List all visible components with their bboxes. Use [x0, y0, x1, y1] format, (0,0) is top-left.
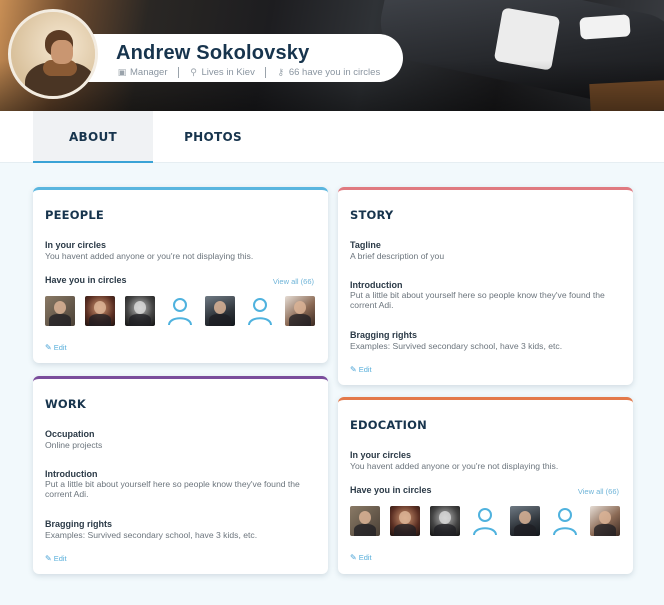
people-edit-label: Edit: [53, 343, 67, 352]
story-intro-value: Put a little bit about yourself here so …: [350, 290, 605, 310]
story-tagline-value: A brief description of you: [350, 251, 445, 261]
tab-photos[interactable]: PHOTOS: [153, 111, 273, 163]
profile-role: Manager: [130, 66, 168, 78]
people-avatar-row: [45, 296, 325, 326]
circle-avatar[interactable]: [285, 296, 315, 326]
user-placeholder-icon[interactable]: [550, 506, 580, 536]
profile-tabs: ABOUT PHOTOS: [0, 111, 664, 163]
people-card: PEEOPLE In your circles You havent added…: [33, 187, 328, 363]
work-card: WORK Occupation Online projects Introduc…: [33, 376, 328, 574]
circle-avatar[interactable]: [85, 296, 115, 326]
work-bragging-value: Examples: Survived secondary school, hav…: [45, 530, 258, 540]
education-in-circles-value: You havent added anyone or you're not di…: [350, 461, 559, 471]
education-edit-link[interactable]: ✎ Edit: [350, 553, 372, 562]
circle-avatar[interactable]: [510, 506, 540, 536]
education-title: EDOCATION: [350, 418, 427, 432]
circle-avatar[interactable]: [590, 506, 620, 536]
key-icon: ⚷: [277, 67, 285, 77]
circle-avatar[interactable]: [390, 506, 420, 536]
pencil-icon: ✎: [45, 343, 52, 352]
circle-avatar[interactable]: [45, 296, 75, 326]
story-card: STORY Tagline A brief description of you…: [338, 187, 633, 385]
circle-avatar[interactable]: [430, 506, 460, 536]
work-bragging-label: Bragging rights: [45, 519, 112, 529]
education-edit-label: Edit: [358, 553, 372, 562]
story-intro-label: Introduction: [350, 280, 403, 290]
education-avatar-row: [350, 506, 630, 536]
people-have-you-label: Have you in circles: [45, 275, 127, 285]
user-placeholder-icon[interactable]: [470, 506, 500, 536]
people-title: PEEOPLE: [45, 208, 104, 222]
profile-name: Andrew Sokolovsky: [116, 42, 310, 64]
circle-avatar[interactable]: [125, 296, 155, 326]
story-tagline-label: Tagline: [350, 240, 381, 250]
location-pin-icon: ⚲: [190, 67, 197, 77]
story-bragging-value: Examples: Survived secondary school, hav…: [350, 341, 563, 351]
pencil-icon: ✎: [350, 553, 357, 562]
circle-avatar[interactable]: [205, 296, 235, 326]
profile-avatar[interactable]: [8, 9, 98, 99]
pencil-icon: ✎: [45, 554, 52, 563]
user-placeholder-icon[interactable]: [165, 296, 195, 326]
profile-circles-count[interactable]: 66 have you in circles: [289, 67, 380, 78]
people-view-all-link[interactable]: View all (66): [273, 277, 314, 286]
briefcase-icon: ▣: [117, 67, 127, 77]
people-in-circles-label: In your circles: [45, 240, 107, 250]
pencil-icon: ✎: [350, 365, 357, 374]
story-title: STORY: [350, 208, 394, 222]
education-card: EDOCATION In your circles You havent add…: [338, 397, 633, 574]
people-edit-link[interactable]: ✎ Edit: [45, 343, 67, 352]
story-bragging-label: Bragging rights: [350, 330, 417, 340]
work-edit-label: Edit: [53, 554, 67, 563]
work-occupation-value: Online projects: [45, 440, 103, 450]
education-view-all-link[interactable]: View all (66): [578, 487, 619, 496]
work-intro-label: Introduction: [45, 469, 98, 479]
circle-avatar[interactable]: [350, 506, 380, 536]
user-placeholder-icon[interactable]: [245, 296, 275, 326]
work-occupation-label: Occupation: [45, 429, 95, 439]
story-edit-label: Edit: [358, 365, 372, 374]
work-title: WORK: [45, 397, 87, 411]
tab-about[interactable]: ABOUT: [33, 111, 153, 163]
profile-location: Lives in Kiev: [201, 66, 255, 78]
profile-meta: ▣ Manager ⚲ Lives in Kiev ⚷ 66 have you …: [117, 66, 380, 78]
work-edit-link[interactable]: ✎ Edit: [45, 554, 67, 563]
story-edit-link[interactable]: ✎ Edit: [350, 365, 372, 374]
people-in-circles-value: You havent added anyone or you're not di…: [45, 251, 254, 261]
education-have-you-label: Have you in circles: [350, 485, 432, 495]
education-in-circles-label: In your circles: [350, 450, 412, 460]
work-intro-value: Put a little bit about yourself here so …: [45, 479, 300, 499]
